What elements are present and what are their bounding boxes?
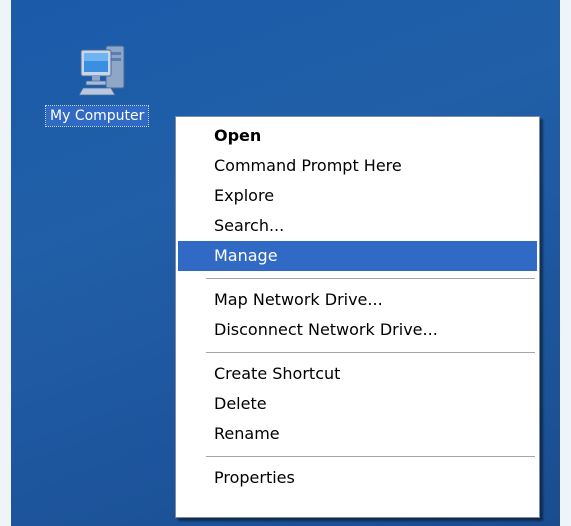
menu-item-create-shortcut[interactable]: Create Shortcut xyxy=(178,359,537,389)
menu-item-command-prompt-here[interactable]: Command Prompt Here xyxy=(178,151,537,181)
screenshot-frame: My Computer Open Command Prompt Here Explo… xyxy=(0,0,571,526)
menu-item-explore[interactable]: Explore xyxy=(178,181,537,211)
my-computer-label: My Computer xyxy=(44,105,150,127)
menu-item-properties[interactable]: Properties xyxy=(178,463,537,493)
menu-item-search[interactable]: Search... xyxy=(178,211,537,241)
menu-item-map-network-drive[interactable]: Map Network Drive... xyxy=(178,285,537,315)
computer-icon xyxy=(78,40,127,98)
desktop[interactable]: My Computer Open Command Prompt Here Explo… xyxy=(11,0,560,526)
my-computer-desktop-icon[interactable]: My Computer xyxy=(44,40,188,130)
menu-item-manage[interactable]: Manage xyxy=(178,241,537,271)
menu-item-delete[interactable]: Delete xyxy=(178,389,537,419)
menu-item-open[interactable]: Open xyxy=(178,121,537,151)
menu-separator xyxy=(206,352,535,353)
menu-item-disconnect-network-drive[interactable]: Disconnect Network Drive... xyxy=(178,315,537,345)
menu-separator xyxy=(206,278,535,279)
menu-item-rename[interactable]: Rename xyxy=(178,419,537,449)
menu-separator xyxy=(206,456,535,457)
context-menu: Open Command Prompt Here Explore Search... M… xyxy=(175,116,540,518)
